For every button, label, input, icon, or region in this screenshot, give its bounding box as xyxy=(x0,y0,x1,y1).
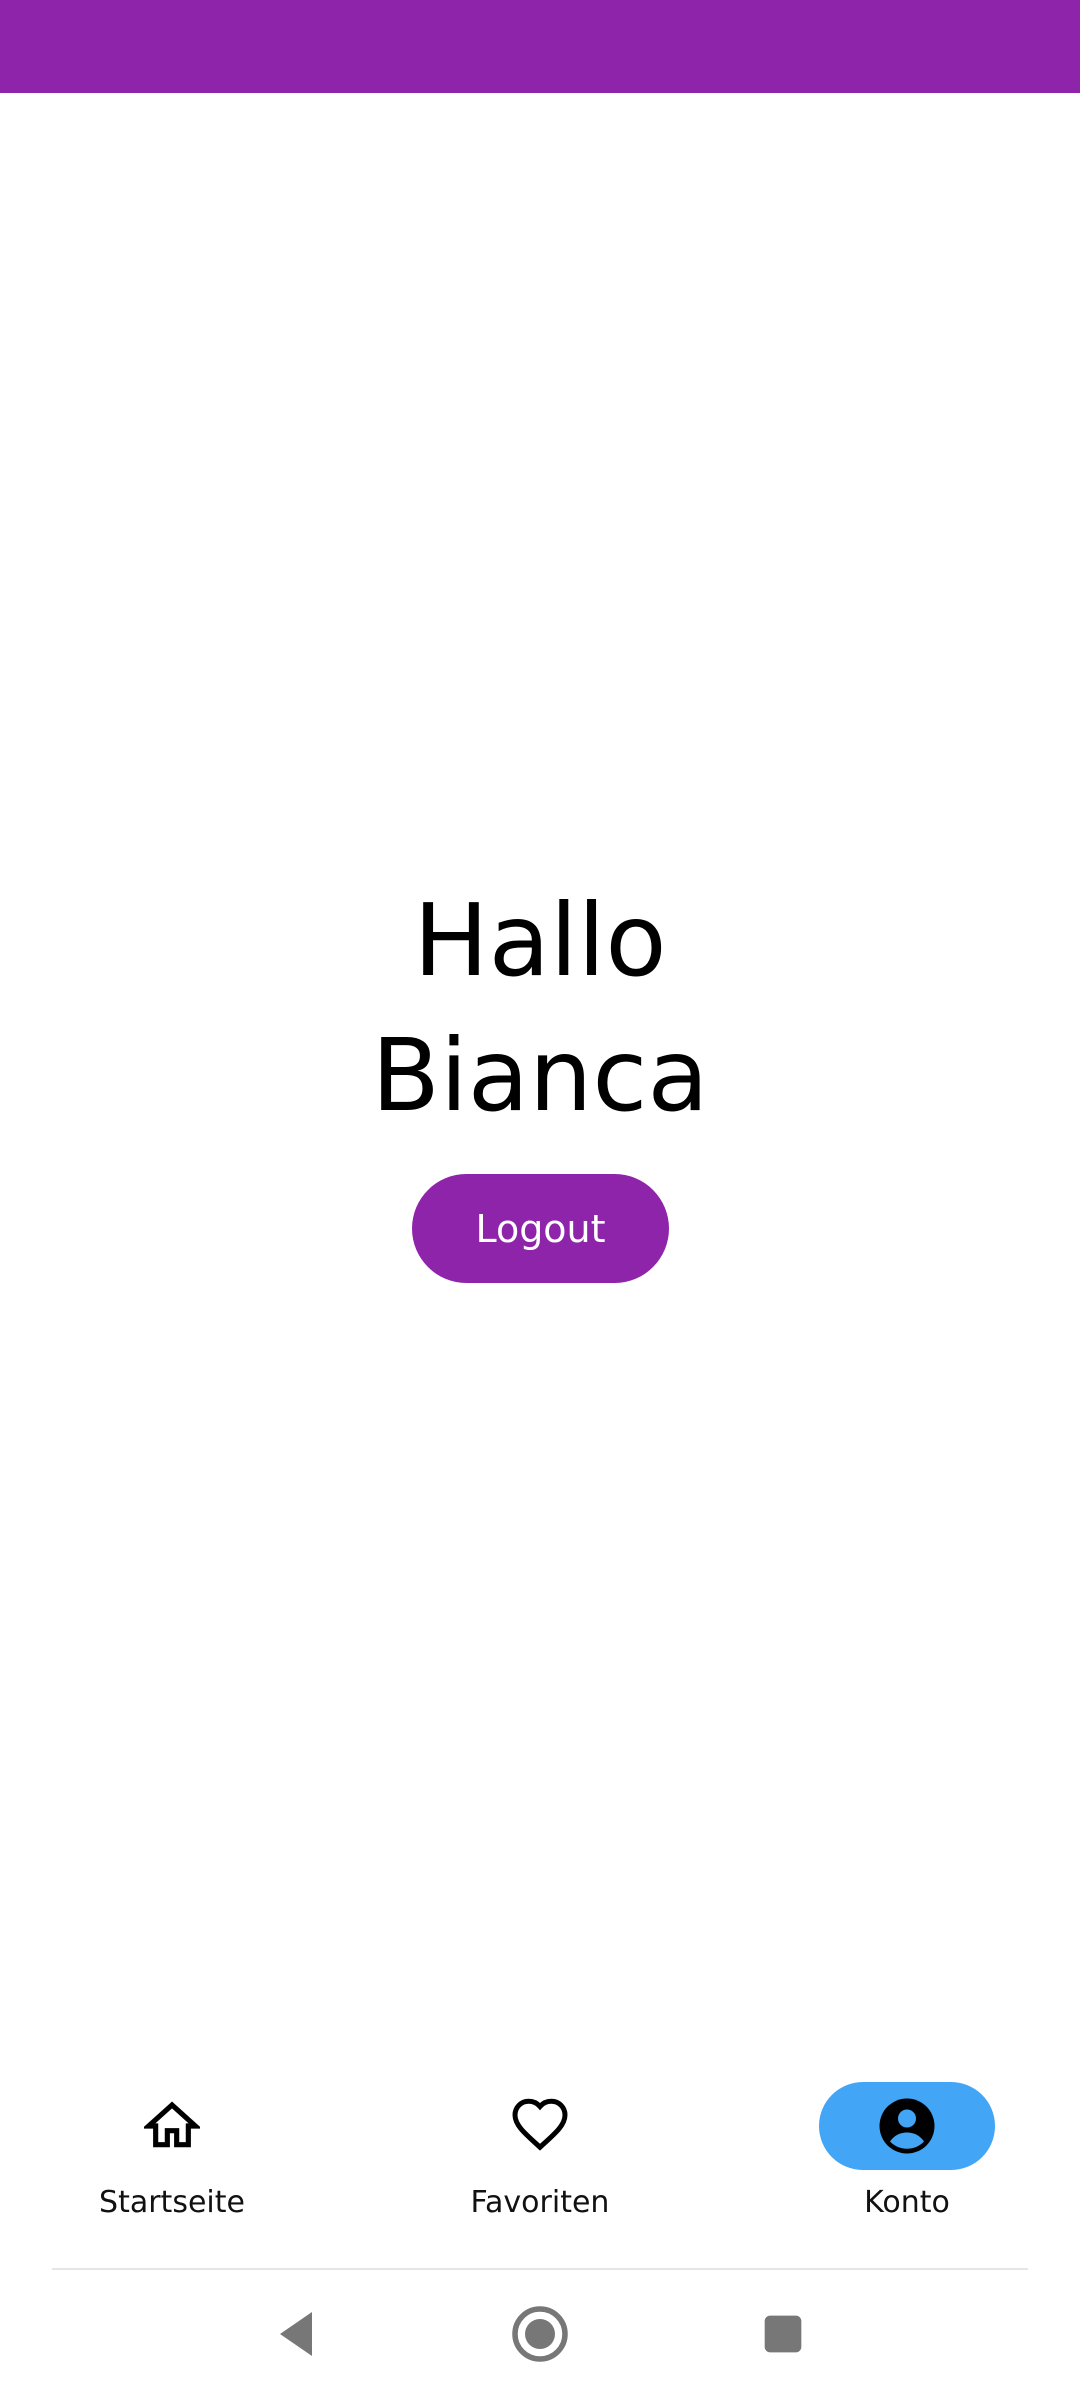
greeting-text: Hallo Bianca xyxy=(0,873,1080,1143)
greeting-line-2: Bianca xyxy=(371,1017,709,1134)
nav-item-konto[interactable]: Konto xyxy=(777,2060,1037,2240)
system-recents-button[interactable] xyxy=(743,2294,823,2374)
system-home-button[interactable] xyxy=(500,2294,580,2374)
account-circle-icon xyxy=(879,2098,935,2154)
nav-label-favoriten: Favoriten xyxy=(470,2185,610,2220)
nav-icon-container xyxy=(452,2082,628,2170)
nav-item-favoriten[interactable]: Favoriten xyxy=(410,2060,670,2240)
home-circle-icon xyxy=(512,2306,568,2362)
nav-label-konto: Konto xyxy=(864,2185,950,2220)
status-bar xyxy=(0,0,1080,93)
nav-icon-container xyxy=(84,2082,260,2170)
system-navigation-bar xyxy=(0,2272,1080,2400)
main-content: Hallo Bianca Logout xyxy=(0,93,1080,2033)
recents-icon xyxy=(764,2315,802,2353)
back-icon xyxy=(280,2312,312,2356)
logout-button[interactable]: Logout xyxy=(412,1174,669,1283)
home-icon xyxy=(144,2101,200,2148)
nav-divider xyxy=(52,2268,1028,2270)
heart-icon xyxy=(512,2098,568,2151)
greeting-line-1: Hallo xyxy=(413,882,667,999)
nav-label-startseite: Startseite xyxy=(99,2185,245,2220)
system-back-button[interactable] xyxy=(256,2294,336,2374)
nav-icon-container-active xyxy=(819,2082,995,2170)
bottom-navigation: Startseite Favoriten Konto xyxy=(0,2060,1080,2270)
nav-item-startseite[interactable]: Startseite xyxy=(42,2060,302,2240)
